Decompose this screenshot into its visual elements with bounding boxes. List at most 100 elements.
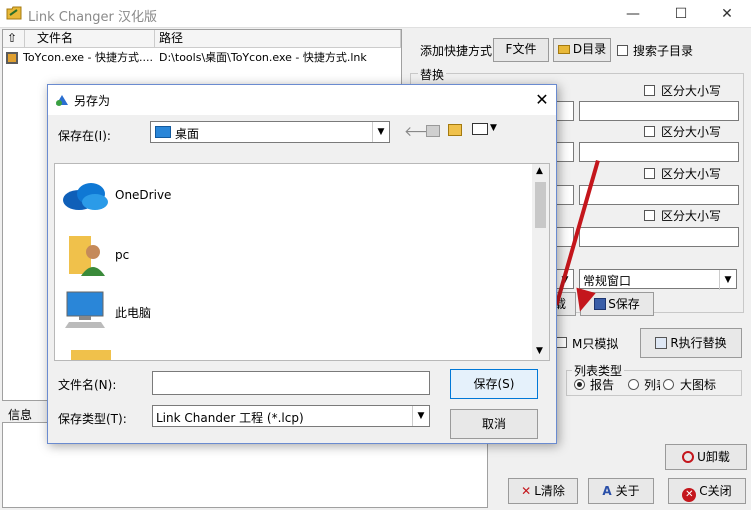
dialog-save-label: 保存(S) bbox=[473, 377, 515, 391]
row-filename: ToYcon.exe - 快捷方式.... bbox=[23, 51, 153, 64]
add-file-label: F文件 bbox=[505, 42, 537, 56]
maximize-button[interactable]: ☐ bbox=[658, 0, 704, 28]
save-project-label: S保存 bbox=[608, 297, 640, 311]
simulate-label: M只模拟 bbox=[572, 337, 619, 351]
user-folder-icon bbox=[69, 236, 105, 276]
find-field-1[interactable] bbox=[556, 101, 574, 121]
replace-group-label: 替换 bbox=[418, 66, 447, 83]
chevron-down-icon: ▼ bbox=[719, 270, 736, 290]
clear-label: L清除 bbox=[534, 484, 565, 498]
case-label-1: 区分大小写 bbox=[661, 84, 722, 98]
table-row[interactable]: ToYcon.exe - 快捷方式.... D:\tools\桌面\ToYcon… bbox=[3, 49, 401, 67]
new-folder-icon[interactable] bbox=[448, 124, 462, 136]
column-filename[interactable]: 文件名 bbox=[25, 30, 155, 48]
about-button[interactable]: A 关于 bbox=[588, 478, 654, 504]
folder-icon bbox=[557, 45, 570, 54]
radio-large-icon[interactable] bbox=[663, 379, 674, 390]
place-pc[interactable]: pc bbox=[55, 228, 525, 282]
dialog-cancel-button[interactable]: 取消 bbox=[450, 409, 538, 439]
dialog-title-bar: 另存为 ✕ bbox=[48, 85, 556, 115]
row-path: D:\tools\桌面\ToYcon.exe - 快捷方式.lnk bbox=[159, 51, 367, 64]
floppy-icon bbox=[594, 298, 607, 310]
radio-list-label: 列表 bbox=[644, 378, 660, 392]
filename-input[interactable] bbox=[152, 371, 430, 395]
clear-button[interactable]: ✕ L清除 bbox=[508, 478, 578, 504]
execute-replace-button[interactable]: R执行替换 bbox=[640, 328, 742, 358]
radio-large-icon-label: 大图标 bbox=[680, 378, 717, 392]
quit-button[interactable]: ✕ C关闭 bbox=[668, 478, 746, 504]
case-checkbox-4[interactable] bbox=[644, 210, 655, 221]
list-header: ⇧ 文件名 路径 bbox=[3, 30, 401, 48]
dialog-cancel-label: 取消 bbox=[481, 417, 506, 431]
case-checkbox-3[interactable] bbox=[644, 168, 655, 179]
close-button[interactable]: ✕ bbox=[704, 0, 750, 28]
uninstall-icon bbox=[682, 451, 695, 463]
find-field-3[interactable] bbox=[556, 185, 574, 205]
onedrive-cloud-icon bbox=[63, 183, 108, 210]
places-scrollbar[interactable]: ▲ ▼ bbox=[532, 164, 549, 360]
filetype-label: 保存类型(T): bbox=[58, 412, 127, 426]
filetype-select[interactable]: Link Chander 工程 (*.lcp) ▼ bbox=[152, 405, 430, 427]
case-checkbox-2[interactable] bbox=[644, 126, 655, 137]
quit-icon: ✕ bbox=[682, 488, 697, 502]
desktop-icon bbox=[155, 126, 171, 138]
replace-field-2[interactable] bbox=[579, 142, 739, 162]
view-dropdown-icon[interactable]: ▼ bbox=[490, 123, 497, 133]
case-label-2: 区分大小写 bbox=[661, 125, 722, 139]
save-as-dialog: 另存为 ✕ 保存在(I): 桌面 ▼ 🡐 ▼ OneDrive pc 此电脑 ▲… bbox=[47, 84, 557, 444]
place-onedrive[interactable]: OneDrive bbox=[55, 168, 525, 222]
add-directory-label: D目录 bbox=[572, 42, 607, 56]
simulate-checkbox[interactable] bbox=[556, 337, 567, 348]
radio-report[interactable] bbox=[574, 379, 585, 390]
filetype-value: Link Chander 工程 (*.lcp) bbox=[156, 411, 304, 425]
view-menu-icon[interactable] bbox=[472, 123, 488, 135]
dialog-app-icon bbox=[56, 95, 68, 106]
column-path[interactable]: 路径 bbox=[155, 30, 401, 48]
place-label: OneDrive bbox=[115, 188, 172, 202]
scroll-up-icon[interactable]: ▲ bbox=[536, 166, 543, 176]
case-label-4: 区分大小写 bbox=[661, 209, 722, 223]
window-mode-value: 常规窗口 bbox=[583, 274, 632, 288]
radio-list[interactable] bbox=[628, 379, 639, 390]
place-label: pc bbox=[115, 248, 130, 262]
about-label: 关于 bbox=[615, 484, 640, 498]
quit-label: C关闭 bbox=[699, 484, 732, 498]
replace-field-3[interactable] bbox=[579, 185, 739, 205]
chevron-down-icon: ▼ bbox=[412, 406, 429, 426]
folder-icon bbox=[71, 350, 111, 360]
place-this-pc[interactable]: 此电脑 bbox=[55, 284, 525, 338]
scroll-thumb[interactable] bbox=[535, 182, 546, 228]
window-mode-select[interactable]: 常规窗口 ▼ bbox=[579, 269, 737, 290]
shortcut-file-icon bbox=[6, 52, 18, 64]
search-subdirectory-checkbox[interactable] bbox=[617, 45, 628, 56]
add-file-button[interactable]: F文件 bbox=[493, 38, 549, 62]
save-in-select[interactable]: 桌面 ▼ bbox=[150, 121, 390, 143]
dialog-save-button[interactable]: 保存(S) bbox=[450, 369, 538, 399]
execute-replace-label: R执行替换 bbox=[670, 336, 727, 350]
add-shortcut-label: 添加快捷方式 bbox=[420, 44, 493, 58]
case-checkbox-1[interactable] bbox=[644, 85, 655, 96]
uninstall-button[interactable]: U卸载 bbox=[665, 444, 747, 470]
app-folder-icon bbox=[6, 6, 22, 20]
scroll-down-icon[interactable]: ▼ bbox=[536, 346, 543, 356]
radio-report-label: 报告 bbox=[590, 378, 615, 392]
places-list[interactable]: OneDrive pc 此电脑 ▲ ▼ bbox=[54, 163, 550, 361]
save-in-value: 桌面 bbox=[175, 127, 200, 141]
save-in-label: 保存在(I): bbox=[58, 129, 111, 143]
find-field-2[interactable] bbox=[556, 142, 574, 162]
computer-icon bbox=[65, 291, 105, 328]
filename-label: 文件名(N): bbox=[58, 378, 117, 392]
place-label: 此电脑 bbox=[115, 306, 152, 320]
search-subdirectory-label: 搜索子目录 bbox=[633, 44, 694, 58]
replace-field-4[interactable] bbox=[579, 227, 739, 247]
sort-icon[interactable]: ⇧ bbox=[3, 30, 25, 48]
dialog-close-button[interactable]: ✕ bbox=[528, 85, 556, 115]
add-directory-button[interactable]: D目录 bbox=[553, 38, 611, 62]
minimize-button[interactable]: — bbox=[610, 0, 656, 28]
replace-field-1[interactable] bbox=[579, 101, 739, 121]
window-title: Link Changer 汉化版 bbox=[28, 10, 158, 25]
case-label-3: 区分大小写 bbox=[661, 167, 722, 181]
uninstall-label: U卸载 bbox=[697, 450, 730, 464]
info-label: 信息 bbox=[8, 408, 33, 422]
up-folder-icon[interactable] bbox=[426, 125, 440, 137]
